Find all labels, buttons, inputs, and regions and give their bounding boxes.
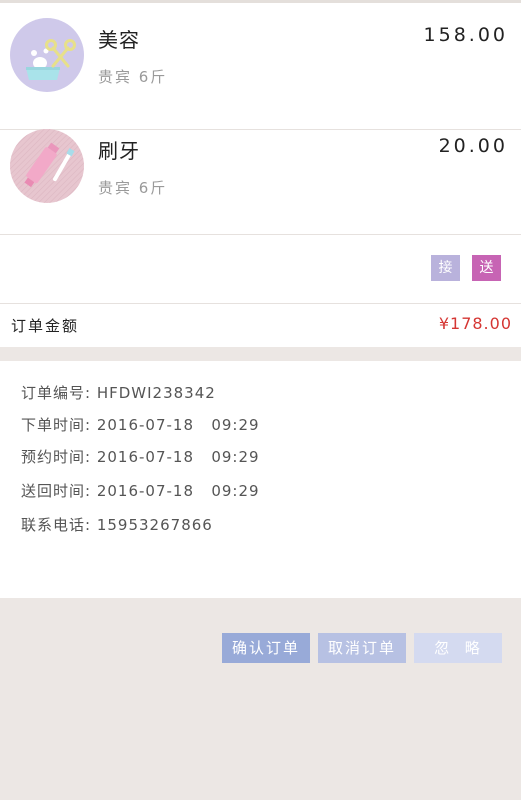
confirm-order-button[interactable]: 确认订单 [222, 633, 310, 663]
order-number-row: 订单编号: HFDWI238342 [21, 382, 216, 403]
appointment-time-value: 2016-07-18 09:29 [96, 448, 260, 466]
ignore-button[interactable]: 忽 略 [414, 633, 502, 663]
service-name: 美容 [98, 28, 140, 52]
total-label: 订单金额 [11, 317, 80, 335]
service-price: 158.00 [423, 24, 508, 46]
scissors-soap-icon [10, 18, 84, 92]
pickup-tag: 接 [431, 255, 460, 281]
return-time-label: 送回时间: [21, 482, 92, 500]
return-time-value: 2016-07-18 09:29 [96, 482, 260, 500]
phone-label: 联系电话: [21, 516, 92, 534]
order-time-label: 下单时间: [21, 416, 92, 434]
service-item-toothbrush[interactable]: 刷牙 贵宾 6斤 20.00 [0, 114, 521, 218]
cancel-order-button[interactable]: 取消订单 [318, 633, 406, 663]
service-price: 20.00 [438, 135, 508, 157]
total-amount: ¥178.00 [438, 314, 512, 333]
phone-value[interactable]: 15953267866 [97, 516, 213, 534]
appointment-time-row: 预约时间: 2016-07-18 09:29 [21, 446, 260, 467]
order-number-label: 订单编号: [21, 384, 92, 402]
order-time-value: 2016-07-18 09:29 [96, 416, 260, 434]
service-details: 贵宾 6斤 [98, 179, 168, 197]
return-time-row: 送回时间: 2016-07-18 09:29 [21, 480, 260, 501]
toothbrush-icon [10, 129, 84, 203]
delivery-tag: 送 [472, 255, 501, 281]
appointment-time-label: 预约时间: [21, 448, 92, 466]
service-details: 贵宾 6斤 [98, 68, 168, 86]
phone-row: 联系电话: 15953267866 [21, 514, 213, 535]
order-number-value: HFDWI238342 [96, 384, 216, 402]
divider [0, 234, 521, 235]
order-time-row: 下单时间: 2016-07-18 09:29 [21, 414, 260, 435]
service-item-grooming[interactable]: 美容 贵宾 6斤 158.00 [0, 3, 521, 107]
service-name: 刷牙 [98, 139, 140, 163]
divider [0, 303, 521, 304]
